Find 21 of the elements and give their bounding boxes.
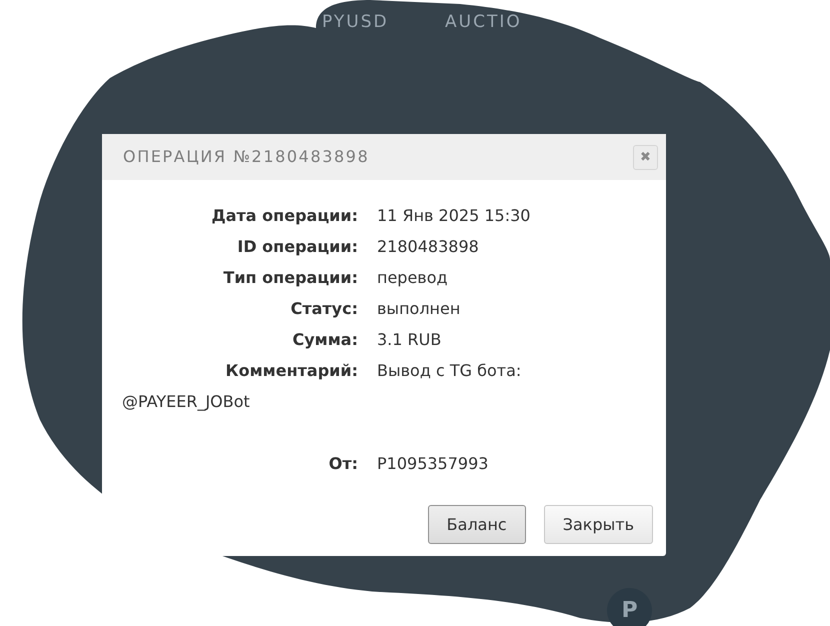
- dialog-title: ОПЕРАЦИЯ №2180483898: [123, 146, 370, 168]
- field-value: Вывод с TG бота:: [377, 361, 522, 380]
- field-label: Тип операции:: [222, 267, 358, 289]
- field-value: 11 Янв 2025 15:30: [377, 206, 530, 225]
- close-button[interactable]: ✖: [633, 144, 658, 170]
- field-label: ID операции:: [236, 236, 358, 258]
- dialog-button[interactable]: Баланс: [428, 505, 526, 544]
- field-label: Комментарий:: [224, 360, 358, 382]
- nav-link[interactable]: PYUSD: [322, 10, 389, 36]
- field-value: @PAYEER_JOBot: [122, 392, 250, 411]
- field-value: 2180483898: [377, 237, 479, 256]
- field-label: Статус:: [290, 298, 358, 320]
- dialog-button[interactable]: Закрыть: [544, 505, 653, 544]
- field-label: От:: [328, 453, 358, 475]
- field-value: выполнен: [377, 299, 460, 318]
- field-value: перевод: [377, 268, 448, 287]
- nav-link[interactable]: AUCTIO: [445, 10, 522, 36]
- field-value: 3.1 RUB: [377, 330, 442, 349]
- field-label: Сумма:: [291, 329, 358, 351]
- field-value: P1095357993: [377, 454, 488, 473]
- field-label: Дата операции:: [210, 205, 358, 227]
